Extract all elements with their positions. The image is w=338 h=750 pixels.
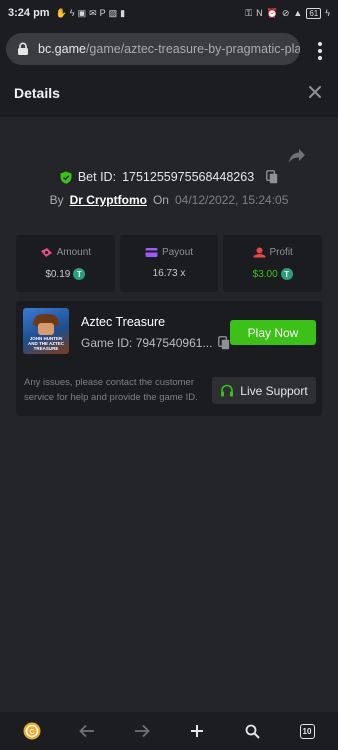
tether-icon: T: [280, 268, 293, 280]
live-support-label: Live Support: [240, 383, 308, 398]
bet-stats: Amount $0.19 T Payout 16.73 x Profit $3.…: [16, 235, 323, 292]
browser-bottom-nav: C 10: [0, 712, 338, 750]
tether-icon: T: [73, 268, 86, 280]
user-link[interactable]: Dr Cryptfomo: [70, 193, 147, 207]
url-host: bc.game: [38, 42, 86, 56]
back-arrow-icon[interactable]: [77, 721, 97, 741]
bet-id-row: Bet ID: 1751255975568448263: [0, 170, 338, 184]
status-bar: 3:24 pm ✋ ϟ ▣ ✉ P ▨ ▮ ⚿ N ⏰ ⊘ ▲ 61 ϟ: [0, 0, 338, 26]
signal-icon: ▲: [293, 8, 303, 18]
game-thumbnail-text: JOHN HUNTER AND THE AZTEC TREASURE: [27, 336, 65, 351]
game-name: Aztec Treasure: [81, 315, 166, 329]
game-id-value: 7947540961...: [135, 336, 213, 350]
address-bar[interactable]: bc.game/game/aztec-treasure-by-pragmatic…: [6, 33, 300, 65]
game-id-label: Game ID:: [81, 336, 133, 350]
tabs-switcher-icon[interactable]: 10: [297, 721, 317, 741]
browser-toolbar: bc.game/game/aztec-treasure-by-pragmatic…: [0, 26, 338, 72]
amount-icon: [40, 248, 52, 257]
play-now-button[interactable]: Play Now: [230, 320, 316, 345]
forward-arrow-icon[interactable]: [132, 721, 152, 741]
url-path: /game/aztec-treasure-by-pragmatic-play: [85, 42, 300, 56]
bet-id-label: Bet ID:: [77, 170, 117, 184]
stat-payout: Payout 16.73 x: [119, 235, 219, 292]
amount-label: Amount: [56, 247, 92, 258]
profit-value: $3.00: [252, 268, 278, 280]
amount-value: $0.19: [45, 268, 71, 280]
bet-date: 04/12/2022, 15:24:05: [174, 193, 289, 207]
nfc-icon: N: [256, 8, 263, 18]
stat-amount: Amount $0.19 T: [16, 235, 115, 292]
charging-icon: ϟ: [325, 8, 330, 18]
notification-icons: ✋ ϟ ▣ ✉ P ▨ ▮: [56, 8, 126, 19]
payout-icon: [145, 248, 158, 257]
key-icon: ⚿: [245, 7, 253, 18]
by-label: By: [49, 193, 64, 207]
mail-icon: ✉: [89, 7, 97, 18]
details-header: Details: [0, 72, 338, 117]
mute-icon: ⊘: [281, 7, 290, 18]
bag-icon: ▮: [120, 7, 126, 18]
support-info-text: Any issues, please contact the customer …: [24, 377, 198, 403]
bolt-icon: ϟ: [69, 7, 75, 18]
game-thumbnail[interactable]: JOHN HUNTER AND THE AZTEC TREASURE: [23, 308, 69, 354]
copy-icon[interactable]: [218, 336, 230, 350]
bet-id-value: 1751255975568448263: [122, 170, 255, 184]
system-icons: ⚿ N ⏰ ⊘ ▲ 61 ϟ: [245, 7, 330, 19]
verified-shield-icon: [60, 171, 72, 184]
paypal-icon: P: [99, 7, 106, 18]
battery-level: 61: [306, 7, 322, 19]
alarm-icon: ⏰: [266, 7, 278, 18]
payout-value: 16.73 x: [152, 268, 186, 279]
image-icon: ▨: [108, 7, 118, 18]
status-time: 3:24 pm: [8, 7, 50, 19]
stat-profit: Profit $3.00 T: [223, 235, 323, 292]
game-card: JOHN HUNTER AND THE AZTEC TREASURE Aztec…: [16, 301, 322, 416]
copy-icon[interactable]: [266, 170, 278, 184]
site-favicon-icon[interactable]: C: [22, 721, 42, 741]
share-icon[interactable]: [288, 148, 306, 164]
lock-icon: [18, 42, 28, 55]
profit-icon: [253, 247, 265, 258]
bet-author-row: By Dr Cryptfomo On 04/12/2022, 15:24:05: [0, 193, 338, 207]
app-icon: ▣: [77, 7, 87, 18]
browser-menu-icon[interactable]: [318, 42, 322, 60]
headset-icon: [221, 384, 234, 396]
hand-icon: ✋: [55, 7, 67, 18]
page-title: Details: [14, 85, 60, 101]
game-id-row: Game ID: 7947540961...: [81, 336, 230, 350]
svg-text:C: C: [29, 729, 34, 736]
on-label: On: [152, 193, 169, 207]
profit-label: Profit: [269, 247, 293, 258]
close-icon[interactable]: [308, 85, 322, 99]
payout-label: Payout: [161, 247, 194, 258]
live-support-button[interactable]: Live Support: [212, 377, 316, 404]
search-icon[interactable]: [242, 721, 262, 741]
new-tab-plus-icon[interactable]: [187, 721, 207, 741]
tabs-count: 10: [299, 723, 315, 739]
